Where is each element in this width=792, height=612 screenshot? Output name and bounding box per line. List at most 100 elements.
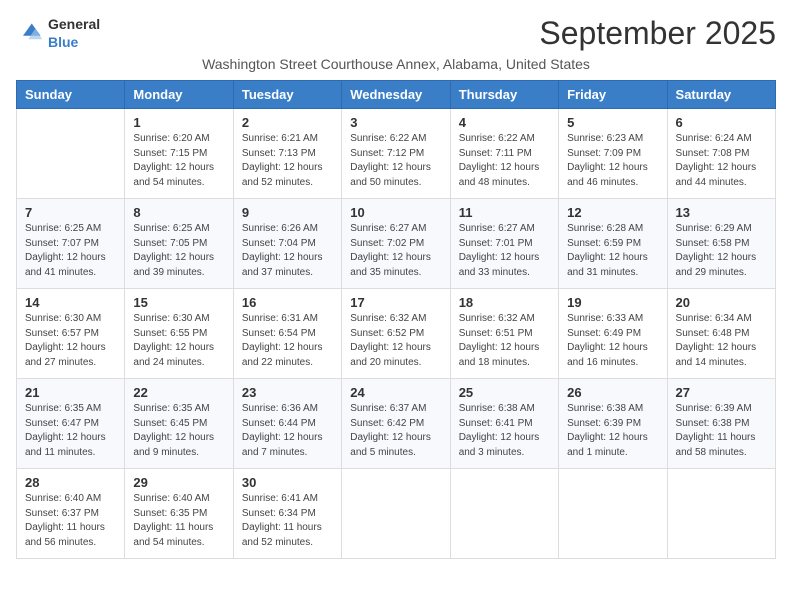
calendar-cell: 27 Sunrise: 6:39 AMSunset: 6:38 PMDaylig… xyxy=(667,379,775,469)
day-number: 27 xyxy=(676,385,767,400)
calendar-week-row: 7 Sunrise: 6:25 AMSunset: 7:07 PMDayligh… xyxy=(17,199,776,289)
day-number: 15 xyxy=(133,295,224,310)
calendar-cell: 12 Sunrise: 6:28 AMSunset: 6:59 PMDaylig… xyxy=(559,199,667,289)
day-number: 24 xyxy=(350,385,441,400)
calendar-cell: 10 Sunrise: 6:27 AMSunset: 7:02 PMDaylig… xyxy=(342,199,450,289)
calendar-cell: 24 Sunrise: 6:37 AMSunset: 6:42 PMDaylig… xyxy=(342,379,450,469)
calendar-cell: 13 Sunrise: 6:29 AMSunset: 6:58 PMDaylig… xyxy=(667,199,775,289)
calendar-cell xyxy=(342,469,450,559)
day-info: Sunrise: 6:30 AMSunset: 6:55 PMDaylight:… xyxy=(133,312,224,370)
day-info: Sunrise: 6:34 AMSunset: 6:48 PMDaylight:… xyxy=(676,312,767,370)
calendar-cell: 14 Sunrise: 6:30 AMSunset: 6:57 PMDaylig… xyxy=(17,289,125,379)
day-info: Sunrise: 6:35 AMSunset: 6:47 PMDaylight:… xyxy=(25,402,116,460)
day-number: 7 xyxy=(25,205,116,220)
calendar-cell xyxy=(559,469,667,559)
day-number: 6 xyxy=(676,115,767,130)
day-info: Sunrise: 6:25 AMSunset: 7:05 PMDaylight:… xyxy=(133,222,224,280)
day-info: Sunrise: 6:24 AMSunset: 7:08 PMDaylight:… xyxy=(676,132,767,190)
day-of-week-header: Thursday xyxy=(450,81,558,109)
calendar-cell: 2 Sunrise: 6:21 AMSunset: 7:13 PMDayligh… xyxy=(233,109,341,199)
logo-text-blue: Blue xyxy=(48,34,78,50)
day-number: 1 xyxy=(133,115,224,130)
day-number: 29 xyxy=(133,475,224,490)
calendar-cell: 25 Sunrise: 6:38 AMSunset: 6:41 PMDaylig… xyxy=(450,379,558,469)
page-header: General Blue September 2025 xyxy=(16,16,776,52)
calendar-week-row: 28 Sunrise: 6:40 AMSunset: 6:37 PMDaylig… xyxy=(17,469,776,559)
day-number: 26 xyxy=(567,385,658,400)
day-info: Sunrise: 6:27 AMSunset: 7:02 PMDaylight:… xyxy=(350,222,441,280)
calendar-table: SundayMondayTuesdayWednesdayThursdayFrid… xyxy=(16,80,776,559)
day-number: 4 xyxy=(459,115,550,130)
day-of-week-header: Friday xyxy=(559,81,667,109)
day-info: Sunrise: 6:26 AMSunset: 7:04 PMDaylight:… xyxy=(242,222,333,280)
day-info: Sunrise: 6:41 AMSunset: 6:34 PMDaylight:… xyxy=(242,492,333,550)
calendar-cell: 30 Sunrise: 6:41 AMSunset: 6:34 PMDaylig… xyxy=(233,469,341,559)
calendar-cell: 15 Sunrise: 6:30 AMSunset: 6:55 PMDaylig… xyxy=(125,289,233,379)
day-number: 30 xyxy=(242,475,333,490)
day-info: Sunrise: 6:39 AMSunset: 6:38 PMDaylight:… xyxy=(676,402,767,460)
day-number: 5 xyxy=(567,115,658,130)
day-number: 17 xyxy=(350,295,441,310)
day-info: Sunrise: 6:28 AMSunset: 6:59 PMDaylight:… xyxy=(567,222,658,280)
calendar-cell: 18 Sunrise: 6:32 AMSunset: 6:51 PMDaylig… xyxy=(450,289,558,379)
day-number: 16 xyxy=(242,295,333,310)
calendar-cell: 7 Sunrise: 6:25 AMSunset: 7:07 PMDayligh… xyxy=(17,199,125,289)
calendar-cell: 6 Sunrise: 6:24 AMSunset: 7:08 PMDayligh… xyxy=(667,109,775,199)
day-number: 2 xyxy=(242,115,333,130)
calendar-cell: 21 Sunrise: 6:35 AMSunset: 6:47 PMDaylig… xyxy=(17,379,125,469)
day-number: 9 xyxy=(242,205,333,220)
day-info: Sunrise: 6:31 AMSunset: 6:54 PMDaylight:… xyxy=(242,312,333,370)
day-number: 3 xyxy=(350,115,441,130)
calendar-cell: 28 Sunrise: 6:40 AMSunset: 6:37 PMDaylig… xyxy=(17,469,125,559)
day-info: Sunrise: 6:33 AMSunset: 6:49 PMDaylight:… xyxy=(567,312,658,370)
calendar-header-row: SundayMondayTuesdayWednesdayThursdayFrid… xyxy=(17,81,776,109)
day-number: 25 xyxy=(459,385,550,400)
logo-icon xyxy=(16,20,44,48)
day-number: 10 xyxy=(350,205,441,220)
logo: General Blue xyxy=(16,16,100,52)
day-info: Sunrise: 6:40 AMSunset: 6:37 PMDaylight:… xyxy=(25,492,116,550)
day-number: 20 xyxy=(676,295,767,310)
title-section: September 2025 xyxy=(539,16,776,51)
day-number: 23 xyxy=(242,385,333,400)
calendar-cell: 5 Sunrise: 6:23 AMSunset: 7:09 PMDayligh… xyxy=(559,109,667,199)
day-of-week-header: Saturday xyxy=(667,81,775,109)
calendar-cell: 9 Sunrise: 6:26 AMSunset: 7:04 PMDayligh… xyxy=(233,199,341,289)
day-info: Sunrise: 6:27 AMSunset: 7:01 PMDaylight:… xyxy=(459,222,550,280)
calendar-cell xyxy=(667,469,775,559)
calendar-cell: 23 Sunrise: 6:36 AMSunset: 6:44 PMDaylig… xyxy=(233,379,341,469)
day-info: Sunrise: 6:32 AMSunset: 6:51 PMDaylight:… xyxy=(459,312,550,370)
calendar-cell: 17 Sunrise: 6:32 AMSunset: 6:52 PMDaylig… xyxy=(342,289,450,379)
day-of-week-header: Monday xyxy=(125,81,233,109)
calendar-cell xyxy=(450,469,558,559)
day-info: Sunrise: 6:21 AMSunset: 7:13 PMDaylight:… xyxy=(242,132,333,190)
calendar-cell: 22 Sunrise: 6:35 AMSunset: 6:45 PMDaylig… xyxy=(125,379,233,469)
day-number: 11 xyxy=(459,205,550,220)
day-number: 12 xyxy=(567,205,658,220)
calendar-week-row: 14 Sunrise: 6:30 AMSunset: 6:57 PMDaylig… xyxy=(17,289,776,379)
calendar-cell: 26 Sunrise: 6:38 AMSunset: 6:39 PMDaylig… xyxy=(559,379,667,469)
day-of-week-header: Tuesday xyxy=(233,81,341,109)
day-info: Sunrise: 6:25 AMSunset: 7:07 PMDaylight:… xyxy=(25,222,116,280)
day-number: 28 xyxy=(25,475,116,490)
calendar-cell xyxy=(17,109,125,199)
day-info: Sunrise: 6:22 AMSunset: 7:11 PMDaylight:… xyxy=(459,132,550,190)
day-info: Sunrise: 6:22 AMSunset: 7:12 PMDaylight:… xyxy=(350,132,441,190)
day-info: Sunrise: 6:37 AMSunset: 6:42 PMDaylight:… xyxy=(350,402,441,460)
day-info: Sunrise: 6:23 AMSunset: 7:09 PMDaylight:… xyxy=(567,132,658,190)
day-info: Sunrise: 6:30 AMSunset: 6:57 PMDaylight:… xyxy=(25,312,116,370)
day-number: 8 xyxy=(133,205,224,220)
day-info: Sunrise: 6:29 AMSunset: 6:58 PMDaylight:… xyxy=(676,222,767,280)
day-info: Sunrise: 6:36 AMSunset: 6:44 PMDaylight:… xyxy=(242,402,333,460)
day-info: Sunrise: 6:40 AMSunset: 6:35 PMDaylight:… xyxy=(133,492,224,550)
day-number: 22 xyxy=(133,385,224,400)
day-of-week-header: Sunday xyxy=(17,81,125,109)
calendar-cell: 29 Sunrise: 6:40 AMSunset: 6:35 PMDaylig… xyxy=(125,469,233,559)
calendar-cell: 3 Sunrise: 6:22 AMSunset: 7:12 PMDayligh… xyxy=(342,109,450,199)
calendar-week-row: 21 Sunrise: 6:35 AMSunset: 6:47 PMDaylig… xyxy=(17,379,776,469)
day-info: Sunrise: 6:38 AMSunset: 6:41 PMDaylight:… xyxy=(459,402,550,460)
day-info: Sunrise: 6:20 AMSunset: 7:15 PMDaylight:… xyxy=(133,132,224,190)
calendar-cell: 16 Sunrise: 6:31 AMSunset: 6:54 PMDaylig… xyxy=(233,289,341,379)
calendar-cell: 8 Sunrise: 6:25 AMSunset: 7:05 PMDayligh… xyxy=(125,199,233,289)
day-number: 13 xyxy=(676,205,767,220)
